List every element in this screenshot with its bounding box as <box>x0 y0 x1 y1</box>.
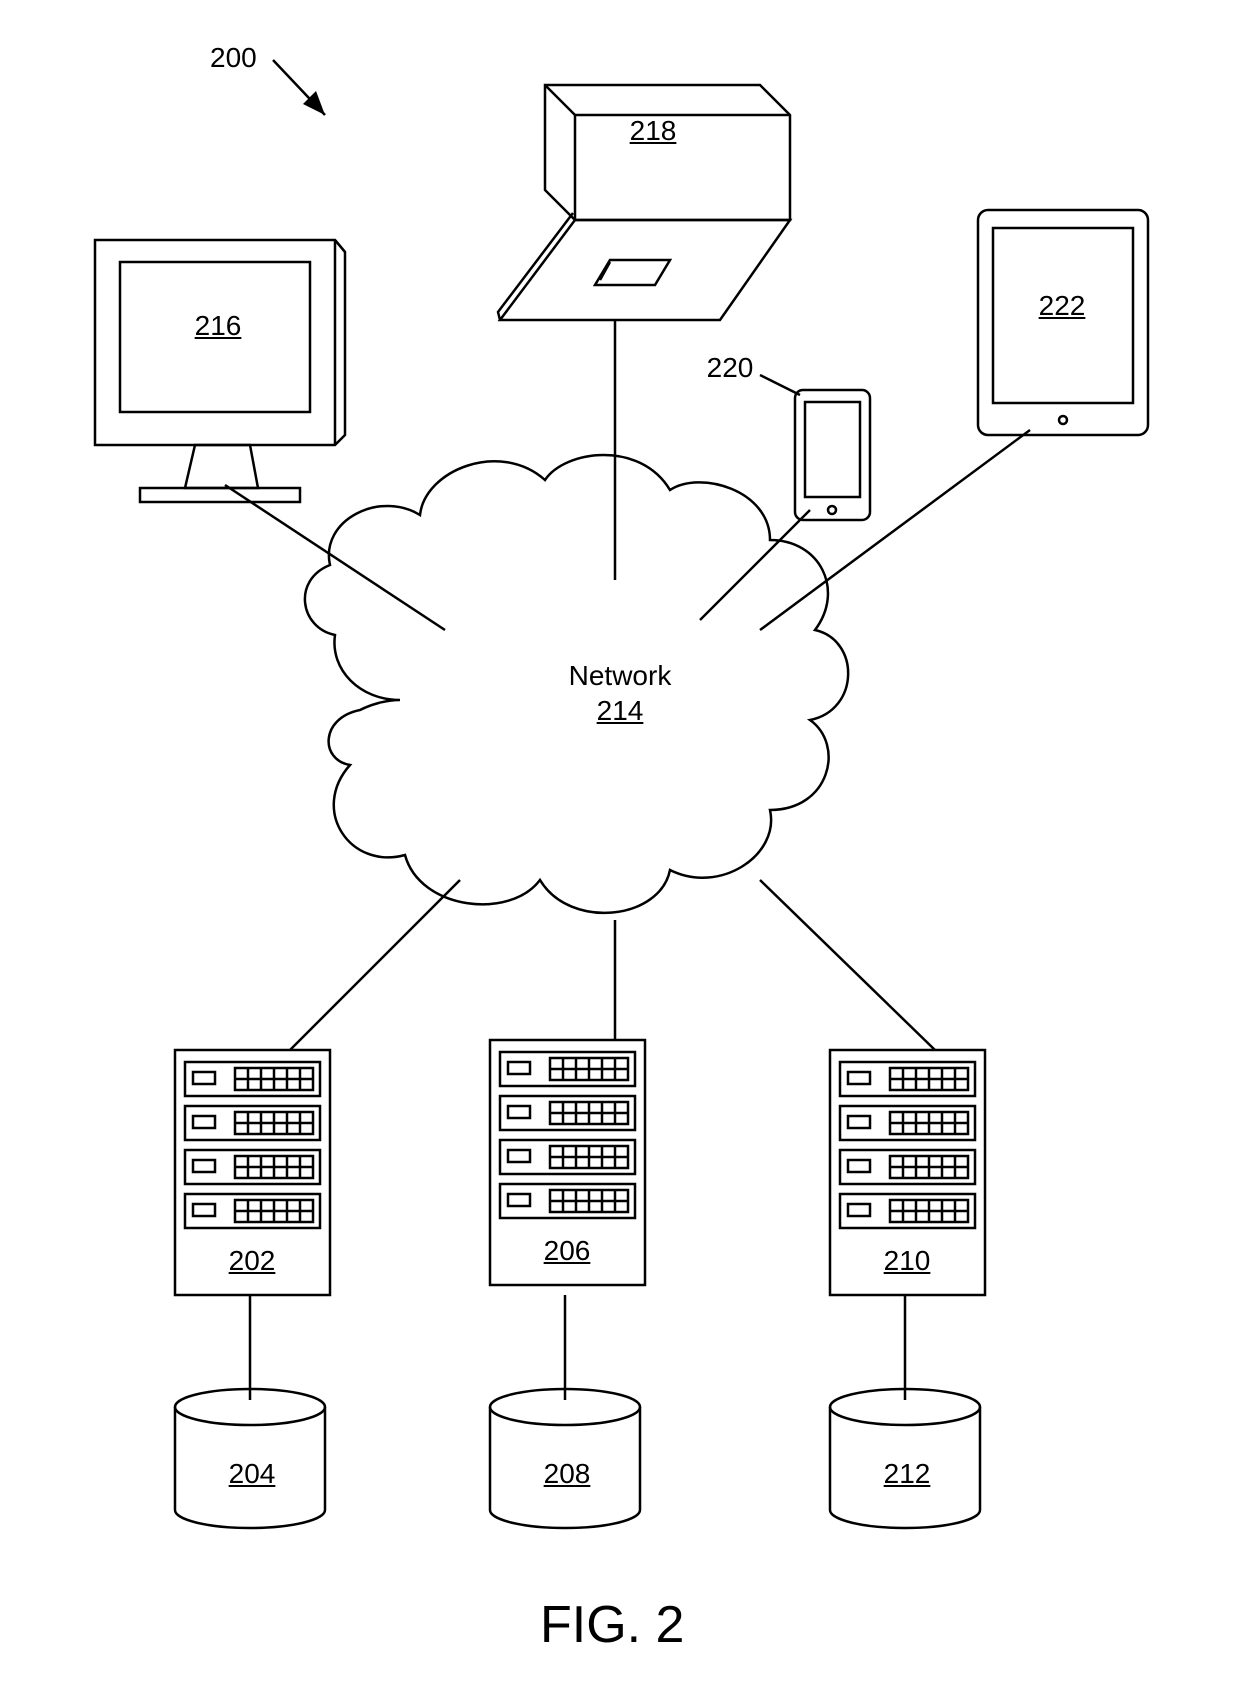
network-title: Network <box>560 660 680 692</box>
server-ref-1: 206 <box>527 1235 607 1267</box>
laptop-ref: 218 <box>613 115 693 147</box>
database-ref-0: 204 <box>212 1458 292 1490</box>
network-ref: 214 <box>560 695 680 727</box>
tablet-icon <box>978 210 1148 435</box>
smartphone-ref: 220 <box>700 352 760 384</box>
smartphone-icon <box>795 390 870 520</box>
figure-caption: FIG. 2 <box>540 1595 684 1655</box>
desktop-ref: 216 <box>178 310 258 342</box>
database-ref-2: 212 <box>867 1458 947 1490</box>
diagram-svg <box>0 0 1240 1705</box>
server-ref-2: 210 <box>867 1245 947 1277</box>
server-ref-0: 202 <box>212 1245 292 1277</box>
desktop-icon <box>95 240 345 502</box>
database-ref-1: 208 <box>527 1458 607 1490</box>
figure-reference: 200 <box>210 42 257 74</box>
diagram-canvas: 200 Network 214 216 218 220 222 202 206 … <box>0 0 1240 1705</box>
tablet-ref: 222 <box>1022 290 1102 322</box>
